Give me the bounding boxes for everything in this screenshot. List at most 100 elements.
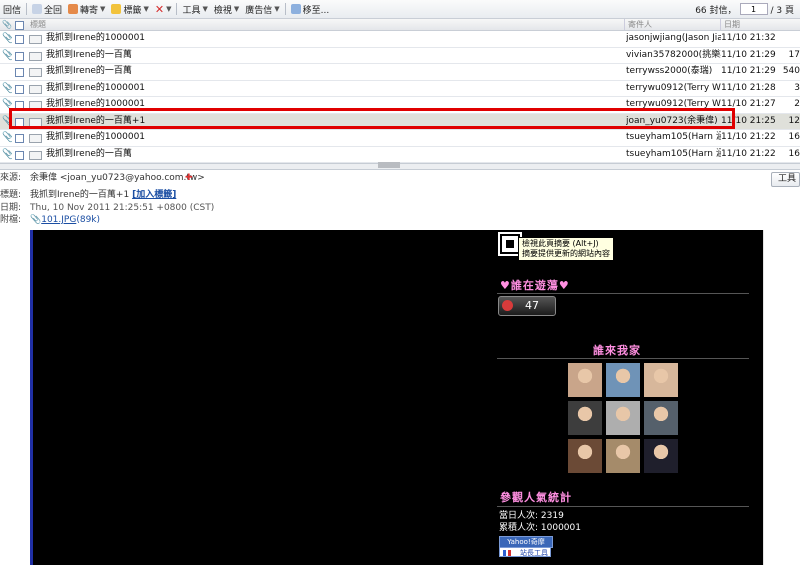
row-subject[interactable]: 我抓到Irene的1000001 — [46, 97, 616, 112]
reply-label: 回信 — [3, 5, 22, 16]
row-size: 16 — [788, 132, 800, 142]
table-row[interactable]: 📎 我抓到Irene的1000001 terrywu0912(Terry Wu) 11… — [0, 97, 800, 114]
paperclip-icon: 📎 — [30, 215, 42, 225]
divider — [497, 506, 749, 507]
chevron-down-icon[interactable]: ▼ — [100, 5, 105, 13]
row-checkbox[interactable] — [15, 101, 24, 110]
row-sender: terrywu0912(Terry Wu) — [626, 82, 721, 93]
visitor-avatar[interactable] — [606, 363, 640, 397]
webmaster-badge[interactable]: 站長工具 — [499, 547, 551, 557]
contact-add-icon[interactable]: ✚ — [185, 172, 193, 185]
rss-icon[interactable] — [500, 234, 520, 254]
message-list: 📎 我抓到Irene的1000001 jasonjwjiang(Jason Jian… — [0, 31, 800, 163]
row-date: 11/10 21:27 — [721, 99, 776, 109]
page-input[interactable] — [739, 3, 768, 15]
online-counter[interactable]: 47 — [498, 296, 556, 316]
tooltip-line-1: 檢視此頁摘要 (Alt+J) — [522, 239, 599, 248]
paperclip-icon: 📎 — [2, 132, 12, 143]
row-subject[interactable]: 我抓到Irene的一百萬 — [46, 48, 616, 63]
envelope-icon — [29, 134, 42, 143]
chevron-down-icon: ▼ — [274, 5, 280, 13]
attachment-column-icon[interactable]: 📎 — [2, 19, 12, 30]
column-date[interactable]: 日期 — [724, 19, 740, 30]
tools-menu[interactable]: 工具 ▼ — [179, 1, 210, 17]
visitor-avatar[interactable] — [644, 363, 678, 397]
table-row[interactable]: 📎 我抓到Irene的一百萬 tsueyham105(Harn 涵) 11/10 21… — [0, 147, 800, 163]
chevron-down-icon[interactable]: ▼ — [166, 5, 171, 13]
reply-all-button[interactable]: 全回 — [29, 1, 65, 17]
row-sender: tsueyham105(Harn 涵) — [626, 132, 721, 142]
column-subject[interactable]: 標題 — [30, 19, 46, 30]
add-tag-link[interactable]: [加入標籤] — [132, 190, 176, 200]
tag-button[interactable]: 標籤 ▼ — [108, 1, 151, 17]
row-date: 11/10 21:22 — [721, 132, 776, 142]
row-sender: tsueyham105(Harn 涵) — [626, 148, 721, 159]
forward-button[interactable]: 轉寄 ▼ — [65, 1, 108, 17]
row-size: 540 — [782, 66, 800, 76]
row-checkbox[interactable] — [15, 51, 24, 61]
view-menu[interactable]: 檢視 ▼ — [211, 1, 242, 17]
visitors-title: 誰來我家 — [593, 344, 641, 357]
row-date: 11/10 21:28 — [721, 82, 776, 93]
chevron-down-icon[interactable]: ▼ — [143, 5, 148, 13]
row-subject[interactable]: 我抓到Irene的1000001 — [46, 31, 616, 46]
attachment-size: (89k) — [76, 215, 101, 225]
move-label: 移至... — [302, 5, 330, 16]
row-checkbox[interactable] — [15, 35, 24, 44]
visitor-avatar[interactable] — [644, 401, 678, 435]
splitter-grip[interactable] — [378, 162, 400, 168]
row-subject[interactable]: 我抓到Irene的一百萬 — [46, 64, 616, 79]
delete-button[interactable]: ✕ ▼ — [152, 1, 175, 17]
tools-label: 工具 — [182, 5, 201, 16]
row-subject[interactable]: 我抓到Irene的1000001 — [46, 81, 616, 96]
table-row[interactable]: 我抓到Irene的一百萬 terrywss2000(泰瑞) 11/10 21:29 5… — [0, 64, 800, 81]
row-checkbox[interactable] — [15, 68, 24, 77]
select-all-checkbox[interactable] — [15, 21, 24, 30]
row-subject[interactable]: 我抓到Irene的一百萬+1 — [46, 114, 616, 129]
table-row[interactable]: 📎 我抓到Irene的1000001 tsueyham105(Harn 涵) 11/1… — [0, 130, 800, 147]
table-row[interactable]: 📎 我抓到Irene的1000001 jasonjwjiang(Jason Jian… — [0, 31, 800, 48]
message-tools-label: 工具 — [777, 174, 796, 184]
paperclip-icon: 📎 — [2, 33, 12, 44]
message-body: 檢視此頁摘要 (Alt+J) 摘要提供更新的網站內容 ♥誰在遊蕩♥ 47 誰來我… — [30, 230, 766, 565]
visitor-avatar[interactable] — [606, 439, 640, 473]
reply-button[interactable]: 回信 — [0, 1, 24, 17]
row-date: 11/10 21:22 — [721, 148, 776, 159]
row-size: 17 — [788, 49, 800, 60]
message-tools-button[interactable]: 工具 — [770, 172, 800, 187]
row-checkbox[interactable] — [15, 84, 24, 94]
row-checkbox[interactable] — [15, 134, 24, 143]
pane-splitter[interactable] — [0, 162, 800, 170]
row-subject[interactable]: 我抓到Irene的1000001 — [46, 130, 616, 145]
stats-text: 當日人次: 2319 累積人次: 1000001 — [499, 510, 581, 534]
visitor-avatar[interactable] — [644, 439, 678, 473]
pager: 66 封信， / 3 頁 — [695, 0, 800, 18]
message-header: 來源: 余秉偉 <joan_yu0723@yahoo.com.tw> ✚ 標題:… — [0, 170, 800, 228]
paperclip-icon: 📎 — [2, 49, 12, 61]
who-online-title: ♥誰在遊蕩♥ — [500, 279, 570, 292]
table-row[interactable]: 📎 我抓到Irene的一百萬 vivian35782000(挑樂斯)11/10 21… — [0, 48, 800, 64]
divider — [624, 19, 625, 30]
row-checkbox[interactable] — [15, 117, 24, 127]
row-checkbox[interactable] — [15, 150, 24, 160]
row-date: 11/10 21:29 — [721, 66, 776, 76]
move-button[interactable]: 移至... — [288, 1, 333, 17]
visitor-avatar[interactable] — [568, 439, 602, 473]
row-sender: vivian35782000(挑樂斯) — [626, 49, 721, 60]
envelope-icon — [29, 68, 42, 77]
attachment-link[interactable]: 101.JPG — [41, 215, 76, 225]
column-sender[interactable]: 寄件人 — [628, 19, 652, 30]
subject-value-wrap: 我抓到Irene的一百萬+1 [加入標籤] — [30, 189, 176, 202]
table-row[interactable]: 📎 我抓到Irene的1000001 terrywu0912(Terry Wu) 11… — [0, 81, 800, 97]
visitor-avatar[interactable] — [568, 401, 602, 435]
row-sender: terrywss2000(泰瑞) — [626, 66, 713, 76]
row-subject[interactable]: 我抓到Irene的一百萬 — [46, 147, 616, 162]
row-date: 11/10 21:29 — [721, 49, 776, 60]
from-value[interactable]: 余秉偉 <joan_yu0723@yahoo.com.tw> — [30, 172, 205, 185]
spam-label: 廣告信 — [245, 5, 273, 16]
table-row[interactable]: 📎 我抓到Irene的一百萬+1 joan_yu0723(余秉偉) 11/10 21:… — [0, 113, 800, 130]
visitor-avatar[interactable] — [606, 401, 640, 435]
divider — [497, 293, 749, 294]
visitor-avatar[interactable] — [568, 363, 602, 397]
spam-menu[interactable]: 廣告信 ▼ — [242, 1, 282, 17]
